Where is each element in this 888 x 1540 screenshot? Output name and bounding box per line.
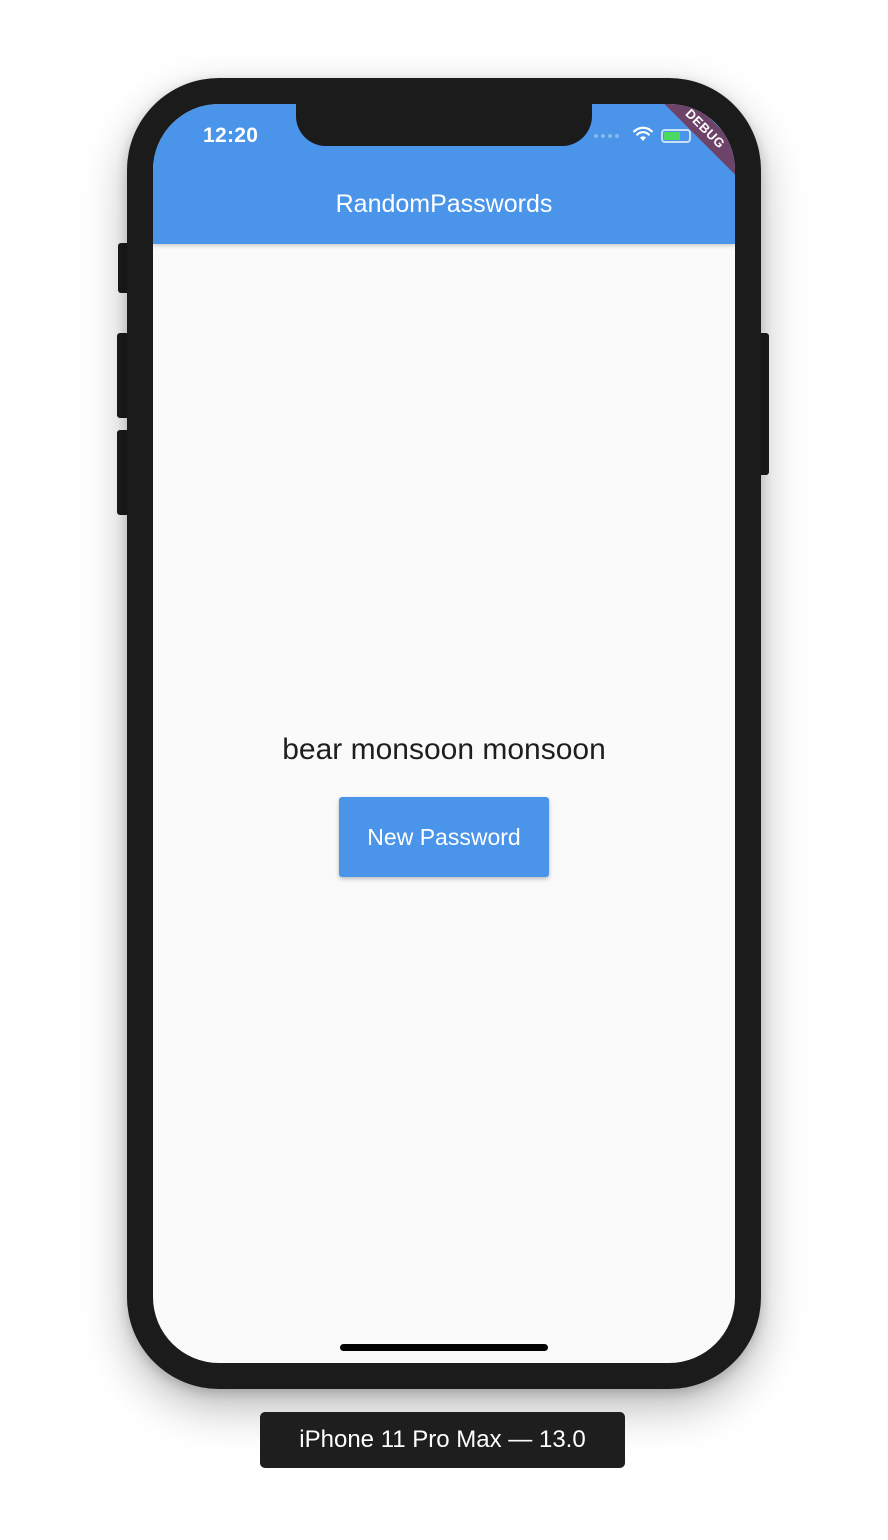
status-time: 12:20 bbox=[203, 124, 259, 147]
cellular-signal-icon bbox=[594, 134, 619, 138]
device-label: iPhone 11 Pro Max — 13.0 bbox=[260, 1412, 625, 1468]
app-bar: 12:20 DEBUG RandomPasswords bbox=[153, 104, 735, 244]
new-password-button[interactable]: New Password bbox=[339, 797, 549, 877]
password-text: bear monsoon monsoon bbox=[282, 733, 606, 766]
status-icons bbox=[594, 126, 691, 146]
simulator-stage: 12:20 DEBUG RandomPasswords bear monsoon… bbox=[0, 0, 888, 1540]
home-indicator[interactable] bbox=[340, 1344, 548, 1351]
app-title: RandomPasswords bbox=[335, 190, 553, 218]
notch bbox=[296, 104, 592, 146]
phone-frame: 12:20 DEBUG RandomPasswords bear monsoon… bbox=[127, 78, 761, 1389]
password-panel: bear monsoon monsoon New Password bbox=[153, 729, 735, 877]
wifi-icon bbox=[633, 126, 653, 147]
battery-charging-icon bbox=[661, 129, 691, 143]
phone-screen: 12:20 DEBUG RandomPasswords bear monsoon… bbox=[153, 104, 735, 1363]
